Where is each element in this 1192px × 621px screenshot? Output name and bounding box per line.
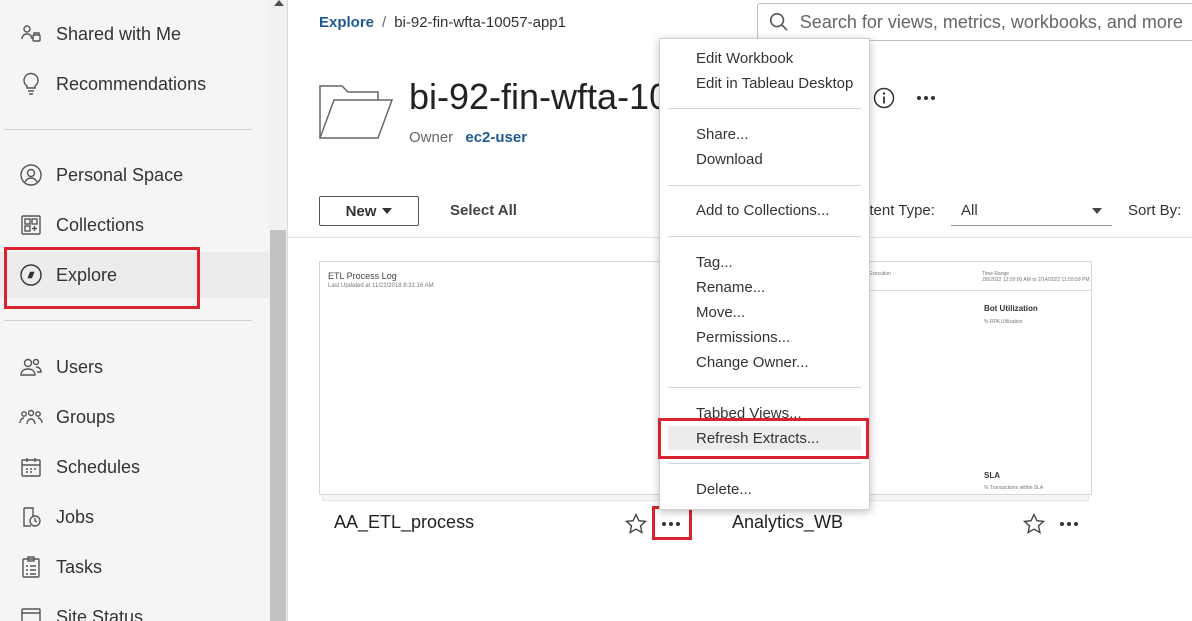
groups-icon (18, 404, 44, 430)
main-divider (287, 0, 288, 621)
folder-icon (318, 85, 394, 139)
workbook-thumbnail[interactable]: ETL Process Log Last Updated at 11/21/20… (319, 261, 691, 495)
lightbulb-icon (18, 71, 44, 97)
calendar-icon (18, 454, 44, 480)
sidebar-item-collections[interactable]: Collections (0, 202, 269, 248)
workbook-more-actions-icon[interactable] (1055, 512, 1083, 536)
favorite-star-icon[interactable] (624, 512, 648, 536)
menu-item-tag[interactable]: Tag... (668, 250, 861, 274)
search-box[interactable] (757, 3, 1192, 41)
sidebar-item-label: Schedules (56, 456, 141, 477)
sidebar-item-label: Recommendations (56, 73, 207, 94)
menu-item-add-to-collections[interactable]: Add to Collections... (668, 198, 861, 222)
sidebar-item-label: Tasks (56, 556, 103, 577)
menu-separator (668, 108, 861, 109)
content-type-label: ntent Type: (861, 202, 935, 219)
sidebar-item-shared-with-me[interactable]: Shared with Me (0, 11, 269, 57)
sidebar-item-users[interactable]: Users (0, 344, 269, 390)
menu-separator (668, 463, 861, 464)
thumbnail-title: ETL Process Log (328, 271, 397, 281)
sort-by-label: Sort By: (1128, 202, 1182, 219)
thumbnail-rule (869, 290, 1091, 291)
workbook-more-actions-icon[interactable] (657, 512, 685, 536)
menu-item-rename[interactable]: Rename... (668, 275, 861, 299)
sidebar-item-label: Site Status (56, 606, 144, 621)
menu-separator (668, 236, 861, 237)
info-icon[interactable] (873, 87, 895, 109)
sidebar-item-label: Groups (56, 406, 116, 427)
breadcrumb-current: bi-92-fin-wfta-10057-app1 (394, 14, 566, 31)
content-type-value: All (961, 202, 978, 219)
jobs-icon (18, 504, 44, 530)
menu-item-delete[interactable]: Delete... (668, 477, 861, 501)
thumbnail-stack-edge (322, 495, 688, 501)
thumbnail-subtitle: Last Updated at 11/21/2018 8:31:16 AM (328, 283, 434, 289)
shared-with-me-icon (18, 21, 44, 47)
site-status-icon (18, 604, 44, 621)
menu-item-change-owner[interactable]: Change Owner... (668, 350, 861, 374)
thumbnail-range: 2/8/2022 12:00:00 AM to 2/14/2022 11:59:… (982, 277, 1090, 283)
favorite-star-icon[interactable] (1022, 512, 1046, 536)
compass-icon (18, 262, 44, 288)
sidebar-scroll-thumb[interactable] (270, 230, 286, 621)
menu-item-tabbed-views[interactable]: Tabbed Views... (668, 401, 861, 425)
breadcrumb-separator: / (382, 14, 387, 31)
owner-line: Owner ec2-user (409, 129, 527, 146)
clipboard-icon (18, 554, 44, 580)
sidebar-item-label: Collections (56, 214, 145, 235)
workbook-name[interactable]: AA_ETL_process (334, 512, 474, 533)
sidebar-item-jobs[interactable]: Jobs (0, 494, 269, 540)
menu-item-share[interactable]: Share... (668, 122, 861, 146)
collections-icon (18, 212, 44, 238)
breadcrumb-explore-link[interactable]: Explore (319, 14, 374, 31)
sidebar-item-groups[interactable]: Groups (0, 394, 269, 440)
person-icon (18, 162, 44, 188)
content-type-select[interactable]: All (951, 196, 1112, 226)
sidebar-divider (4, 320, 252, 321)
sidebar-item-site-status[interactable]: Site Status (0, 594, 269, 621)
caret-down-icon (382, 208, 393, 214)
sidebar-item-schedules[interactable]: Schedules (0, 444, 269, 490)
menu-item-move[interactable]: Move... (668, 300, 861, 324)
thumbnail-header-left: Execution (869, 271, 891, 277)
chevron-down-icon (1092, 207, 1102, 214)
menu-item-download[interactable]: Download (668, 147, 861, 171)
page-title: bi-92-fin-wfta-10057-app1 (409, 76, 664, 117)
search-icon (769, 13, 788, 31)
thumbnail-section-title: Bot Utilization (984, 304, 1038, 313)
sidebar: Shared with Me Recommendations Personal … (0, 0, 269, 621)
select-all-button[interactable]: Select All (450, 202, 517, 219)
menu-item-refresh-extracts[interactable]: Refresh Extracts... (668, 426, 861, 450)
new-button[interactable]: New (319, 196, 419, 226)
menu-item-edit-in-tableau-desktop[interactable]: Edit in Tableau Desktop (668, 71, 861, 95)
scroll-up-arrow-icon[interactable] (274, 0, 284, 6)
owner-label: Owner (409, 129, 454, 146)
sidebar-item-label: Users (56, 356, 104, 377)
sidebar-divider (4, 129, 252, 130)
sidebar-item-label: Jobs (56, 506, 95, 527)
sidebar-item-label: Personal Space (56, 164, 184, 185)
sidebar-item-tasks[interactable]: Tasks (0, 544, 269, 590)
thumbnail-section-subtitle: % RPA Utilization (984, 319, 1023, 325)
thumbnail-section-subtitle: % Transactions within SLA (984, 485, 1044, 491)
users-icon (18, 354, 44, 380)
new-button-label: New (345, 202, 377, 220)
search-input[interactable] (799, 11, 1192, 33)
menu-item-edit-workbook[interactable]: Edit Workbook (668, 46, 861, 70)
sidebar-item-label: Explore (56, 264, 118, 285)
sidebar-item-label: Shared with Me (56, 23, 182, 44)
workbook-name[interactable]: Analytics_WB (732, 512, 843, 533)
menu-separator (668, 185, 861, 186)
workbook-context-menu: Edit Workbook Edit in Tableau Desktop Sh… (659, 38, 870, 510)
owner-name-link[interactable]: ec2-user (465, 129, 527, 146)
menu-item-permissions[interactable]: Permissions... (668, 325, 861, 349)
project-more-actions-icon[interactable] (912, 86, 940, 110)
sidebar-item-explore[interactable]: Explore (0, 252, 269, 298)
sidebar-item-recommendations[interactable]: Recommendations (0, 61, 269, 107)
breadcrumb: Explore / bi-92-fin-wfta-10057-app1 (319, 14, 566, 31)
menu-separator (668, 387, 861, 388)
thumbnail-section-title: SLA (984, 471, 1000, 480)
sidebar-item-personal-space[interactable]: Personal Space (0, 152, 269, 198)
